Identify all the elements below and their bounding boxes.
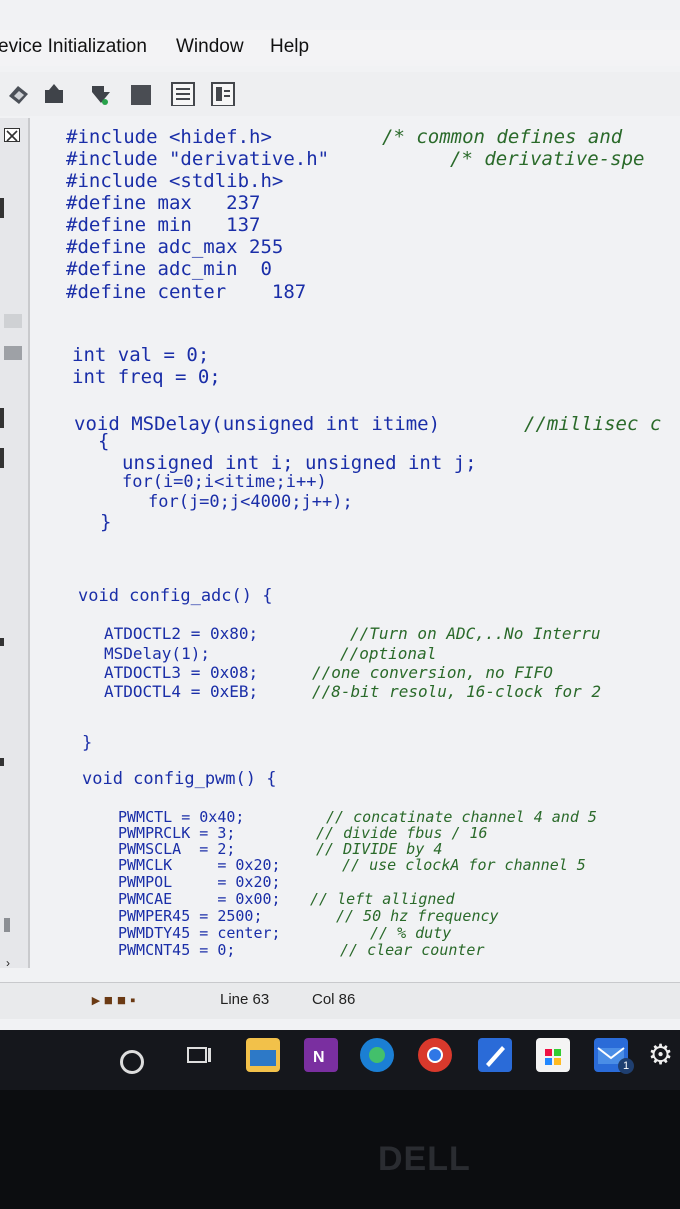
edge-icon[interactable] bbox=[360, 1038, 394, 1072]
code-line: ATDOCTL2 = 0x80; bbox=[104, 624, 259, 643]
code-line: for(j=0;j<4000;j++); bbox=[148, 492, 353, 512]
svg-text:N: N bbox=[313, 1049, 325, 1066]
code-line: int freq = 0; bbox=[72, 366, 221, 388]
code-comment: //8-bit resolu, 16-clock for 2 bbox=[312, 682, 601, 701]
status-line: Line 63 bbox=[220, 991, 270, 1008]
code-comment: // % duty bbox=[370, 924, 452, 942]
code-line: #define min 137 bbox=[66, 214, 261, 236]
code-comment: //one conversion, no FIFO bbox=[312, 663, 553, 682]
code-line: #include <hidef.h> bbox=[66, 126, 272, 148]
tool-icon[interactable] bbox=[478, 1038, 512, 1072]
code-line: PWMCNT45 = 0; bbox=[118, 941, 236, 959]
status-icons: ▸ ■ ■ ▪ bbox=[92, 992, 136, 1009]
store-icon[interactable] bbox=[536, 1038, 570, 1072]
code-line: ATDOCTL4 = 0xEB; bbox=[104, 682, 259, 701]
code-line: PWMSCLA = 2; bbox=[118, 840, 236, 858]
code-line: #define adc_min 0 bbox=[66, 258, 272, 280]
code-comment: /* common defines and bbox=[382, 126, 623, 148]
code-line: PWMPOL = 0x20; bbox=[118, 873, 281, 891]
code-line: PWMCTL = 0x40; bbox=[118, 808, 245, 826]
code-line: #define adc_max 255 bbox=[66, 236, 284, 258]
code-comment: // DIVIDE by 4 bbox=[316, 840, 443, 858]
task-view-icon[interactable] bbox=[182, 1038, 216, 1072]
status-bar: ▸ ■ ■ ▪ Line 63 Col 86 bbox=[0, 982, 680, 1019]
code-comment: // use clockA for channel 5 bbox=[342, 856, 586, 874]
code-comment: //Turn on ADC,..No Interru bbox=[350, 624, 601, 643]
code-comment: // 50 hz frequency bbox=[336, 907, 499, 925]
status-col: Col 86 bbox=[312, 991, 356, 1008]
code-line: ATDOCTL3 = 0x08; bbox=[104, 663, 259, 682]
code-line: PWMCAE = 0x00; bbox=[118, 890, 281, 908]
code-line: { bbox=[98, 430, 110, 452]
mail-badge: 1 bbox=[618, 1058, 634, 1074]
code-line: int val = 0; bbox=[72, 344, 210, 366]
code-line: void MSDelay(unsigned int itime) bbox=[74, 413, 441, 435]
onenote-icon[interactable]: N bbox=[304, 1038, 338, 1072]
code-editor[interactable]: #include <hidef.h> /* common defines and #… bbox=[0, 0, 680, 1030]
taskbar: N 1 ⚙ bbox=[0, 1030, 680, 1090]
chrome-icon[interactable] bbox=[418, 1038, 452, 1072]
code-line: } bbox=[100, 511, 112, 533]
code-line: void config_adc() { bbox=[78, 586, 273, 606]
code-line: MSDelay(1); bbox=[104, 644, 210, 663]
code-line: #define max 237 bbox=[66, 192, 261, 214]
code-comment: // concatinate channel 4 and 5 bbox=[326, 808, 597, 826]
code-line: unsigned int i; unsigned int j; bbox=[122, 452, 477, 474]
mail-icon[interactable]: 1 bbox=[594, 1038, 634, 1074]
search-circle-icon[interactable] bbox=[120, 1050, 144, 1074]
code-comment: //optional bbox=[340, 644, 437, 663]
code-comment: // divide fbus / 16 bbox=[316, 824, 488, 842]
code-comment: // left alligned bbox=[310, 890, 455, 908]
dell-logo: DELL bbox=[378, 1140, 471, 1178]
code-comment: /* derivative-spe bbox=[450, 148, 645, 170]
code-comment: //millisec c bbox=[524, 413, 662, 435]
code-line: PWMCLK = 0x20; bbox=[118, 856, 281, 874]
settings-icon[interactable]: ⚙ bbox=[648, 1038, 680, 1072]
code-line: #include "derivative.h" bbox=[66, 148, 330, 170]
code-line: PWMPER45 = 2500; bbox=[118, 907, 263, 925]
code-line: PWMPRCLK = 3; bbox=[118, 824, 236, 842]
code-line: } bbox=[82, 733, 93, 753]
file-explorer-icon[interactable] bbox=[246, 1038, 280, 1072]
code-line: for(i=0;i<itime;i++) bbox=[122, 472, 327, 492]
ide-window: evice Initialization Window Help › #incl… bbox=[0, 0, 680, 1030]
code-line: void config_pwm() { bbox=[82, 769, 277, 789]
code-line: #include <stdlib.h> bbox=[66, 170, 284, 192]
code-comment: // clear counter bbox=[340, 941, 485, 959]
code-line: PWMDTY45 = center; bbox=[118, 924, 281, 942]
code-line: #define center 187 bbox=[66, 281, 307, 303]
